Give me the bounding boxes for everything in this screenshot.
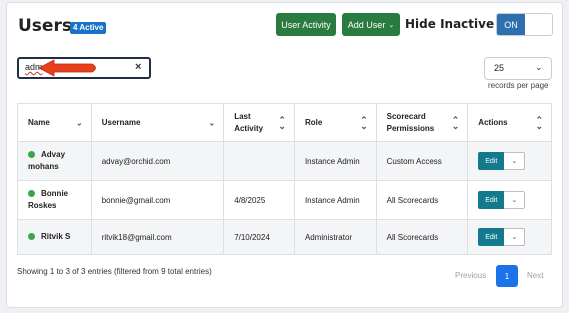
- page-title: Users: [18, 16, 72, 36]
- cell-role: Instance Admin: [295, 142, 377, 180]
- cell-last-activity: [224, 142, 295, 180]
- pagination-next[interactable]: Next: [527, 271, 543, 280]
- edit-action-group: Edit ⌄: [478, 228, 526, 246]
- edit-dropdown-toggle[interactable]: ⌄: [504, 228, 526, 246]
- active-count-badge: 4 Active: [70, 22, 107, 34]
- chevron-down-icon: ⌄: [76, 118, 83, 127]
- sort-icon: ⌃ ⌄: [535, 114, 543, 131]
- user-activity-label: User Activity: [281, 19, 331, 30]
- cell-username: bonnie@gmail.com: [92, 181, 225, 219]
- column-header-actions[interactable]: Actions ⌃ ⌄: [468, 104, 551, 141]
- edit-button[interactable]: Edit: [478, 228, 505, 246]
- status-active-icon: [28, 190, 35, 198]
- per-page-value: 25: [494, 63, 505, 73]
- toggle-on-state: ON: [497, 14, 525, 35]
- add-user-label: Add User: [347, 19, 386, 30]
- column-header-username[interactable]: Username ⌄: [92, 104, 225, 141]
- hide-inactive-toggle[interactable]: ON: [496, 13, 553, 36]
- column-header-name[interactable]: Name ⌄: [18, 104, 92, 141]
- cell-actions: Edit ⌄: [468, 142, 551, 180]
- edit-dropdown-toggle[interactable]: ⌄: [504, 191, 526, 209]
- cell-permissions: All Scorecards: [377, 181, 469, 219]
- cell-last-activity: 4/8/2025: [224, 181, 295, 219]
- table-info: Showing 1 to 3 of 3 entries (filtered fr…: [17, 267, 212, 276]
- cell-name: Bonnie Roskes: [18, 181, 92, 219]
- records-per-page-label: records per page: [488, 81, 549, 90]
- edit-button[interactable]: Edit: [478, 152, 505, 170]
- table-row: Advay mohans advay@orchid.com Instance A…: [18, 142, 551, 181]
- chevron-down-icon: ⌄: [511, 197, 518, 204]
- table-row: Ritvik S ritvik18@gmail.com 7/10/2024 Ad…: [18, 220, 551, 254]
- cell-last-activity: 7/10/2024: [224, 220, 295, 254]
- cell-actions: Edit ⌄: [468, 181, 551, 219]
- chevron-down-icon: ⌄: [388, 21, 395, 29]
- annotation-arrow-icon: [38, 59, 96, 77]
- sort-icon: ⌃ ⌄: [451, 114, 460, 131]
- cell-role: Administrator: [295, 220, 377, 254]
- cell-username: advay@orchid.com: [92, 142, 225, 180]
- cell-role: Instance Admin: [295, 181, 377, 219]
- table-row: Bonnie Roskes bonnie@gmail.com 4/8/2025 …: [18, 181, 551, 220]
- pagination-previous[interactable]: Previous: [455, 271, 486, 280]
- users-table: Name ⌄ Username ⌄ Last Activity ⌃ ⌄ Role …: [17, 103, 552, 255]
- cell-username: ritvik18@gmail.com: [92, 220, 225, 254]
- chevron-down-icon: ⌄: [535, 62, 543, 72]
- clear-icon[interactable]: ×: [135, 61, 141, 73]
- records-per-page-select[interactable]: 25 ⌄: [484, 57, 552, 80]
- edit-action-group: Edit ⌄: [478, 152, 526, 170]
- column-header-role[interactable]: Role ⌃ ⌄: [295, 104, 377, 141]
- pagination-page-1[interactable]: 1: [496, 265, 518, 287]
- add-user-button[interactable]: Add User ⌄: [342, 13, 400, 36]
- table-header: Name ⌄ Username ⌄ Last Activity ⌃ ⌄ Role …: [18, 104, 551, 142]
- column-header-scorecard-permissions[interactable]: Scorecard Permissions ⌃ ⌄: [377, 104, 469, 141]
- status-active-icon: [28, 151, 35, 159]
- chevron-down-icon: ⌄: [208, 118, 216, 127]
- edit-action-group: Edit ⌄: [478, 191, 526, 209]
- sort-icon: ⌃ ⌄: [360, 114, 368, 131]
- edit-dropdown-toggle[interactable]: ⌄: [504, 152, 526, 170]
- user-name: Ritvik S: [41, 232, 71, 241]
- sort-icon: ⌃ ⌄: [278, 114, 286, 131]
- cell-permissions: Custom Access: [377, 142, 469, 180]
- chevron-down-icon: ⌄: [511, 234, 518, 241]
- column-header-last-activity[interactable]: Last Activity ⌃ ⌄: [224, 104, 295, 141]
- cell-actions: Edit ⌄: [468, 220, 551, 254]
- user-activity-button[interactable]: User Activity: [276, 13, 336, 36]
- edit-button[interactable]: Edit: [478, 191, 505, 209]
- chevron-down-icon: ⌄: [511, 158, 518, 165]
- status-active-icon: [28, 233, 35, 241]
- cell-permissions: All Scorecards: [377, 220, 469, 254]
- cell-name: Ritvik S: [18, 220, 92, 254]
- cell-name: Advay mohans: [18, 142, 92, 180]
